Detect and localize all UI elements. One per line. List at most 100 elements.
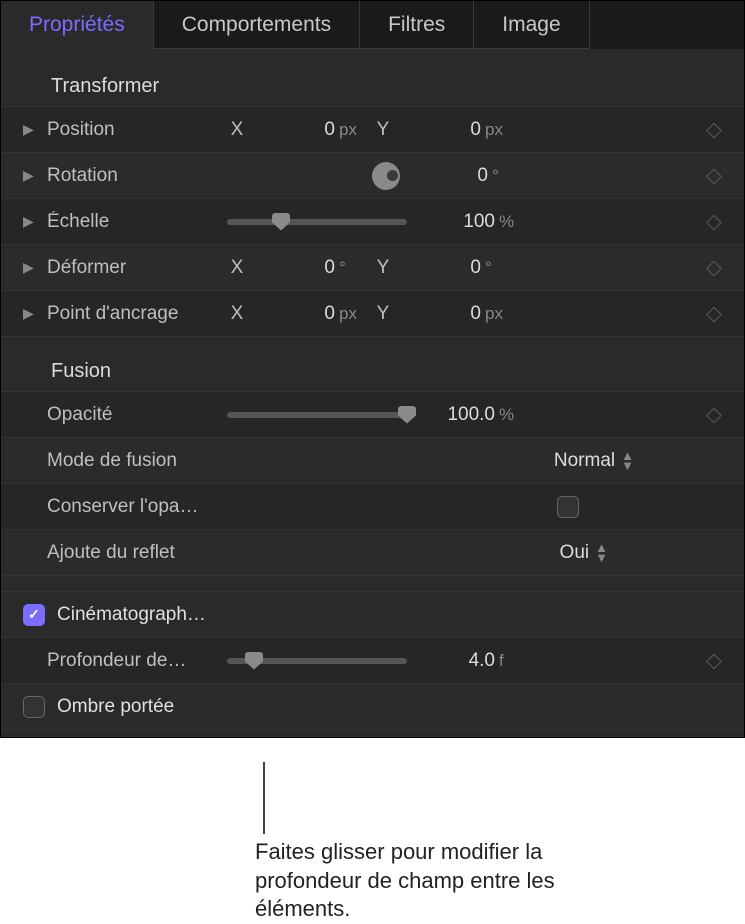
disclosure-icon[interactable]: ▶ bbox=[23, 121, 39, 138]
anchor-y-unit: px bbox=[485, 304, 511, 324]
updown-icon: ▲▼ bbox=[621, 451, 634, 469]
rotation-label: Rotation bbox=[47, 165, 217, 187]
depth-field[interactable]: 4.0 f bbox=[415, 650, 525, 672]
disclosure-icon[interactable]: ▶ bbox=[23, 305, 39, 322]
position-y-field[interactable]: 0 px bbox=[401, 119, 511, 141]
deform-label: Déformer bbox=[47, 257, 217, 279]
x-axis-label: X bbox=[227, 119, 247, 141]
tab-bar: Propriétés Comportements Filtres Image bbox=[1, 1, 744, 49]
check-icon: ✓ bbox=[28, 606, 40, 623]
row-add-reflection: Ajoute du reflet Oui ▲▼ bbox=[1, 529, 744, 575]
position-x-unit: px bbox=[339, 120, 365, 140]
keyframe-icon[interactable]: ◇ bbox=[694, 209, 734, 234]
depth-controls: 4.0 f bbox=[217, 650, 694, 672]
position-label: Position bbox=[47, 119, 217, 141]
rotation-controls: 0 ° bbox=[217, 162, 694, 190]
opacity-slider[interactable] bbox=[227, 412, 407, 418]
keyframe-icon[interactable]: ◇ bbox=[694, 301, 734, 326]
deform-x-unit: ° bbox=[339, 258, 365, 278]
disclosure-icon[interactable]: ▶ bbox=[23, 259, 39, 276]
position-controls: X 0 px Y 0 px bbox=[217, 119, 694, 141]
scale-controls: 100 % bbox=[217, 211, 694, 233]
scale-unit: % bbox=[499, 212, 525, 232]
blend-mode-label: Mode de fusion bbox=[47, 450, 217, 472]
add-reflection-dropdown[interactable]: Oui ▲▼ bbox=[560, 542, 608, 564]
row-depth: Profondeur de… 4.0 f ◇ bbox=[1, 637, 744, 683]
section-transformer-header: Transformer bbox=[1, 67, 744, 106]
position-x-value: 0 bbox=[289, 119, 335, 141]
rotation-field[interactable]: 0 ° bbox=[408, 165, 518, 187]
updown-icon: ▲▼ bbox=[595, 543, 608, 561]
anchor-x-value: 0 bbox=[289, 303, 335, 325]
tab-image[interactable]: Image bbox=[474, 1, 589, 49]
preserve-opacity-controls bbox=[217, 496, 694, 518]
opacity-unit: % bbox=[499, 405, 525, 425]
drop-shadow-checkbox[interactable] bbox=[23, 696, 45, 718]
row-blend-mode: Mode de fusion Normal ▲▼ bbox=[1, 437, 744, 483]
position-y-value: 0 bbox=[435, 119, 481, 141]
annotation-callout: Faites glisser pour modifier la profonde… bbox=[255, 762, 615, 924]
preserve-opacity-checkbox[interactable] bbox=[557, 496, 579, 518]
deform-x-value: 0 bbox=[289, 257, 335, 279]
opacity-value: 100.0 bbox=[447, 404, 495, 426]
deform-controls: X 0 ° Y 0 ° bbox=[217, 257, 694, 279]
deform-y-field[interactable]: 0 ° bbox=[401, 257, 511, 279]
anchor-x-field[interactable]: 0 px bbox=[255, 303, 365, 325]
cinematic-title: Cinématograph… bbox=[57, 604, 227, 626]
disclosure-icon[interactable]: ▶ bbox=[23, 213, 39, 230]
drop-shadow-title: Ombre portée bbox=[57, 696, 227, 718]
add-reflection-label: Ajoute du reflet bbox=[47, 542, 217, 564]
depth-value: 4.0 bbox=[449, 650, 495, 672]
opacity-field[interactable]: 100.0 % bbox=[415, 404, 525, 426]
keyframe-icon[interactable]: ◇ bbox=[694, 255, 734, 280]
tab-filters[interactable]: Filtres bbox=[360, 1, 474, 49]
opacity-slider-thumb[interactable] bbox=[398, 406, 416, 424]
scale-label: Échelle bbox=[47, 211, 217, 233]
position-y-unit: px bbox=[485, 120, 511, 140]
disclosure-icon[interactable]: ▶ bbox=[23, 167, 39, 184]
section-drop-shadow-header: Ombre portée bbox=[1, 683, 744, 729]
deform-x-field[interactable]: 0 ° bbox=[255, 257, 365, 279]
tab-properties[interactable]: Propriétés bbox=[1, 1, 154, 49]
depth-slider-thumb[interactable] bbox=[245, 652, 263, 670]
anchor-controls: X 0 px Y 0 px bbox=[217, 303, 694, 325]
x-axis-label: X bbox=[227, 303, 247, 325]
anchor-y-field[interactable]: 0 px bbox=[401, 303, 511, 325]
row-deform: ▶ Déformer X 0 ° Y 0 ° ◇ bbox=[1, 244, 744, 290]
scale-slider[interactable] bbox=[227, 219, 407, 225]
deform-y-unit: ° bbox=[485, 258, 511, 278]
x-axis-label: X bbox=[227, 257, 247, 279]
y-axis-label: Y bbox=[373, 303, 393, 325]
depth-label: Profondeur de… bbox=[47, 650, 217, 672]
row-preserve-opacity: Conserver l'opa… bbox=[1, 483, 744, 529]
keyframe-icon[interactable]: ◇ bbox=[694, 648, 734, 673]
rotation-dial[interactable] bbox=[372, 162, 400, 190]
row-rotation: ▶ Rotation 0 ° ◇ bbox=[1, 152, 744, 198]
opacity-controls: 100.0 % bbox=[217, 404, 694, 426]
keyframe-icon[interactable]: ◇ bbox=[694, 402, 734, 427]
depth-slider[interactable] bbox=[227, 658, 407, 664]
position-x-field[interactable]: 0 px bbox=[255, 119, 365, 141]
row-anchor: ▶ Point d'ancrage X 0 px Y 0 px ◇ bbox=[1, 290, 744, 336]
anchor-label: Point d'ancrage bbox=[47, 303, 217, 325]
scale-field[interactable]: 100 % bbox=[415, 211, 525, 233]
section-cinematic-header: ✓ Cinématograph… bbox=[1, 591, 744, 637]
rotation-unit: ° bbox=[492, 166, 518, 186]
blend-mode-value: Normal bbox=[554, 450, 615, 472]
section-fusion-header: Fusion bbox=[1, 352, 744, 391]
y-axis-label: Y bbox=[373, 119, 393, 141]
deform-y-value: 0 bbox=[435, 257, 481, 279]
opacity-label: Opacité bbox=[47, 404, 217, 426]
anchor-y-value: 0 bbox=[435, 303, 481, 325]
row-scale: ▶ Échelle 100 % ◇ bbox=[1, 198, 744, 244]
row-position: ▶ Position X 0 px Y 0 px ◇ bbox=[1, 106, 744, 152]
cinematic-checkbox[interactable]: ✓ bbox=[23, 604, 45, 626]
keyframe-icon[interactable]: ◇ bbox=[694, 163, 734, 188]
keyframe-icon[interactable]: ◇ bbox=[694, 117, 734, 142]
add-reflection-value: Oui bbox=[560, 542, 590, 564]
tab-behaviors[interactable]: Comportements bbox=[154, 1, 360, 49]
annotation-text: Faites glisser pour modifier la profonde… bbox=[255, 838, 615, 924]
blend-mode-dropdown[interactable]: Normal ▲▼ bbox=[554, 450, 634, 472]
scale-slider-thumb[interactable] bbox=[272, 213, 290, 231]
depth-unit: f bbox=[499, 651, 525, 671]
